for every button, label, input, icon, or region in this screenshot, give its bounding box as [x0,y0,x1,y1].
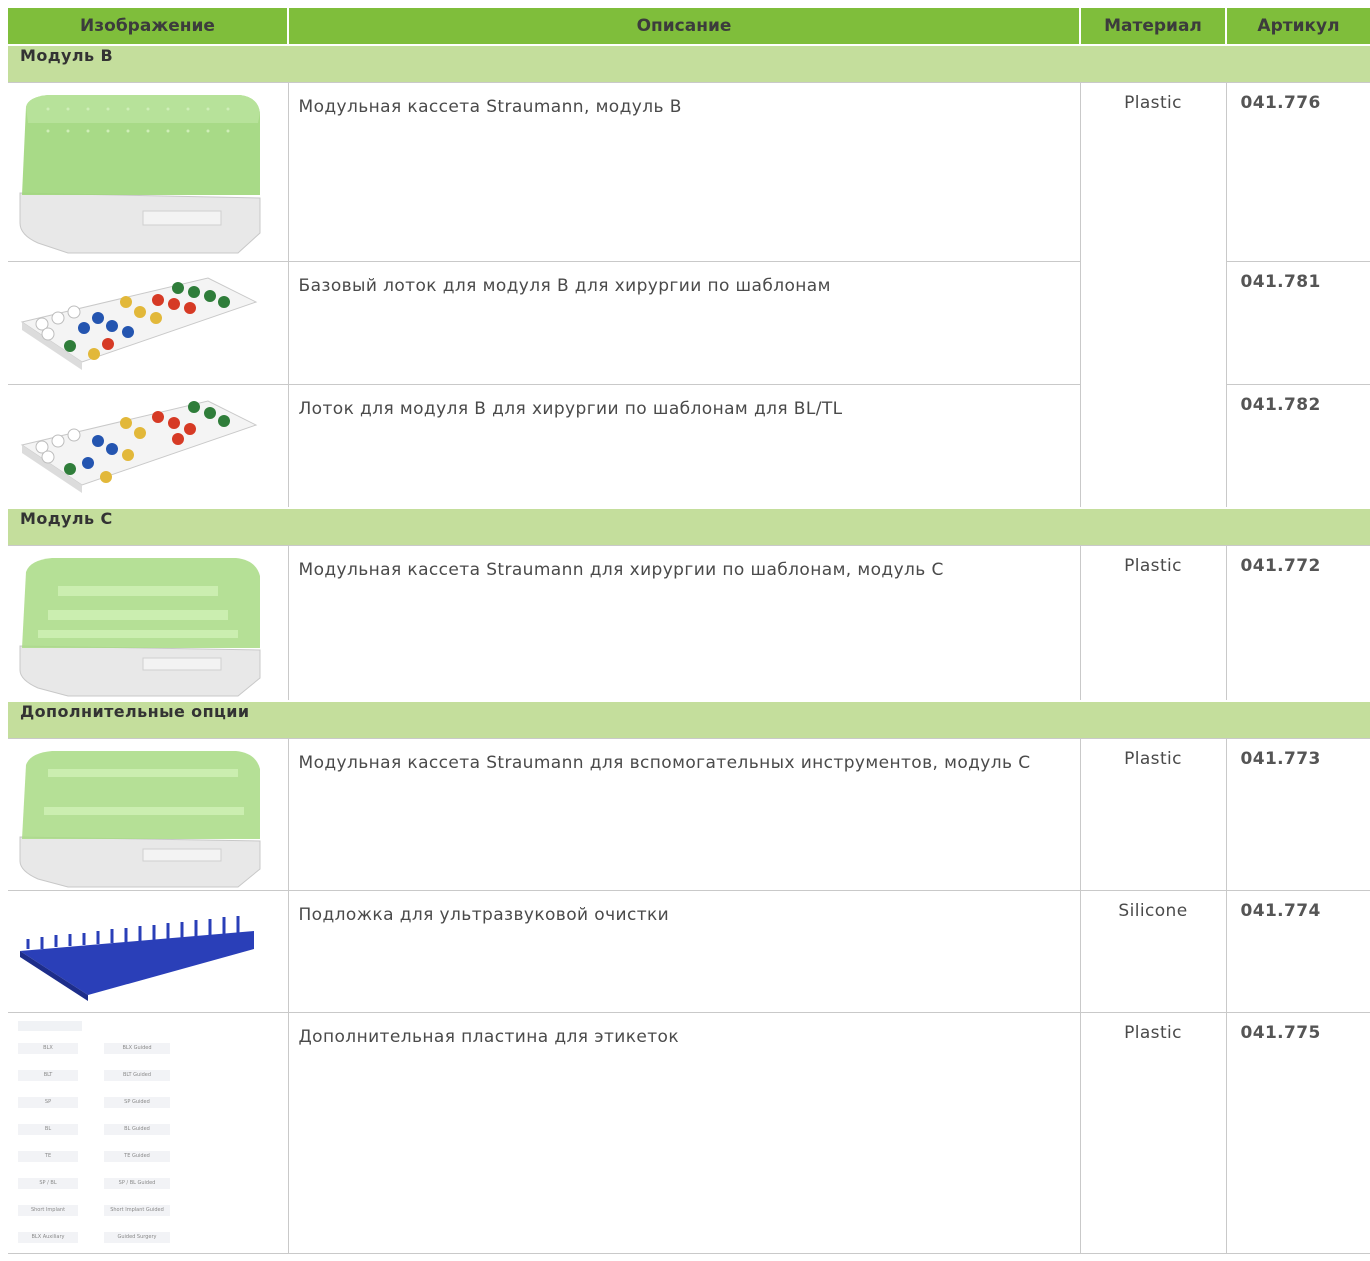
description-cell: Подложка для ультразвуковой очистки [287,890,1080,1013]
description-cell: Модульная кассета Straumann, модуль B [287,82,1080,262]
color-tray-image [20,400,258,493]
article-cell: 041.772 [1225,545,1370,702]
table-row: Модульная кассета Straumann для хирургии… [8,545,1370,702]
label-plate-tag: BLX Auxiliary [18,1232,78,1243]
material-cell: Plastic [1079,82,1226,509]
product-image-cell: BLX BLX Guided BLT BLT Guided SP SP Guided BL B… [8,1012,288,1254]
product-image-cell [8,261,288,385]
description-cell: Дополнительная пластина для этикеток [287,1012,1080,1254]
product-image-cell [8,82,288,262]
table-row: Модульная кассета Straumann, модуль B Pl… [8,82,1370,509]
blue-silicone-mat-image [20,916,254,1001]
label-plate-tag: BLX [18,1043,78,1054]
label-plate-tag: TE Guided [104,1151,170,1162]
section-title: Модуль B [8,44,1370,83]
article-cell: 041.773 [1225,738,1370,891]
green-lid-cassette-c-image [19,558,261,697]
header-description: Описание [288,8,1081,45]
section-row: Модуль B [8,44,1370,83]
article-cell: 041.776 [1225,82,1370,262]
product-table: Изображение Описание Материал Артикул Мо… [8,8,1370,1254]
label-plate-tag: Guided Surgery [104,1232,170,1243]
label-plate-tag: BL [18,1124,78,1135]
header-material: Материал [1080,8,1227,45]
product-image-cell [8,890,288,1013]
product-image-cell [8,384,288,509]
label-plate-tag: BLT Guided [104,1070,170,1081]
label-plate-tag: BLT [18,1070,78,1081]
label-plate-tag: SP / BL [18,1178,78,1189]
material-cell: Silicone [1079,890,1226,1013]
product-image-cell [8,738,288,891]
green-lid-cassette-image [19,95,261,254]
product-image-cell [8,545,288,702]
section-row: Модуль C [8,507,1370,546]
description-cell: Модульная кассета Straumann для вспомога… [287,738,1080,891]
label-plate-top-bar [18,1021,82,1031]
label-plate-tag: SP / BL Guided [104,1178,170,1189]
table-header-row: Изображение Описание Материал Артикул [8,8,1370,45]
article-cell: 041.774 [1225,890,1370,1013]
table-row: Подложка для ультразвуковой очистки Sili… [8,890,1370,1013]
table-row: Модульная кассета Straumann для вспомога… [8,738,1370,891]
section-title: Модуль C [8,507,1370,546]
article-cell: 041.782 [1225,384,1370,509]
label-plate-image: BLX BLX Guided BLT BLT Guided SP SP Guided BL B… [8,1013,288,1253]
section-row: Дополнительные опции [8,700,1370,739]
label-plate-tag: Short Implant Guided [104,1205,170,1216]
material-cell: Plastic [1079,545,1226,702]
section-title: Дополнительные опции [8,700,1370,739]
material-cell: Plastic [1079,738,1226,891]
description-cell: Базовый лоток для модуля B для хирургии … [287,261,1080,385]
header-article: Артикул [1226,8,1370,45]
description-cell: Лоток для модуля B для хирургии по шабло… [287,384,1080,509]
label-plate-tag: SP [18,1097,78,1108]
label-plate-tag: BLX Guided [104,1043,170,1054]
color-tray-image [20,277,258,370]
article-cell: 041.775 [1225,1012,1370,1254]
header-image: Изображение [8,8,289,45]
label-plate-tag: BL Guided [104,1124,170,1135]
label-plate-tag: Short Implant [18,1205,78,1216]
table-row: BLX BLX Guided BLT BLT Guided SP SP Guided BL B… [8,1012,1370,1254]
label-plate-tag: SP Guided [104,1097,170,1108]
label-plate-tag: TE [18,1151,78,1162]
material-cell: Plastic [1079,1012,1226,1254]
description-cell: Модульная кассета Straumann для хирургии… [287,545,1080,702]
green-lid-cassette-aux-image [19,751,261,888]
article-cell: 041.781 [1225,261,1370,385]
